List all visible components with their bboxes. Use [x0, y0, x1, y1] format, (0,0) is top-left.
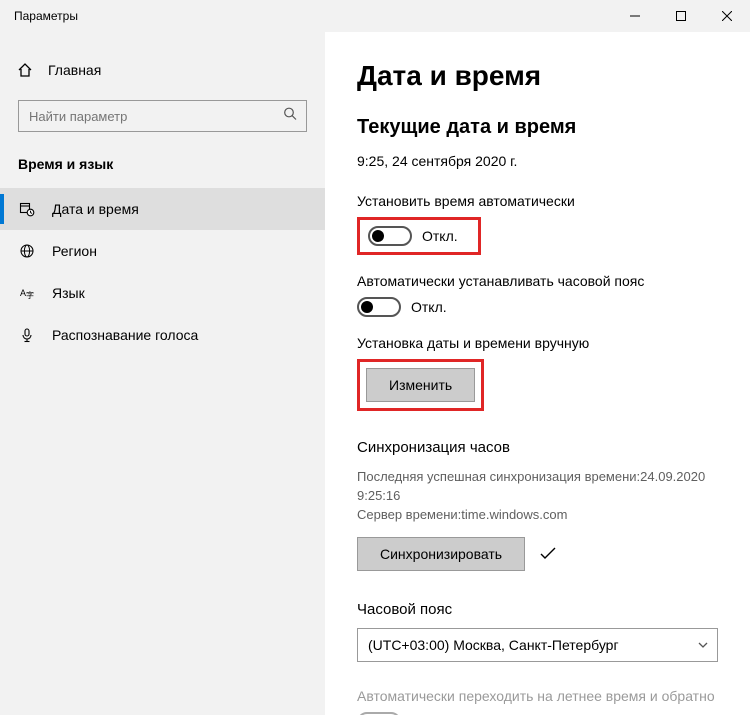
sync-server: Сервер времени:time.windows.com [357, 506, 718, 525]
page-title: Дата и время [357, 60, 718, 92]
search-wrap [18, 100, 307, 132]
check-icon [539, 547, 557, 561]
sidebar-home[interactable]: Главная [0, 54, 325, 86]
timezone-value: (UTC+03:00) Москва, Санкт-Петербург [368, 637, 619, 653]
sync-heading: Синхронизация часов [357, 439, 718, 456]
change-button-label: Изменить [389, 377, 452, 393]
sidebar-item-date-time[interactable]: Дата и время [0, 188, 325, 230]
auto-time-highlight: Откл. [357, 217, 481, 255]
globe-icon [18, 243, 36, 259]
search-icon [283, 107, 297, 126]
search-input[interactable] [18, 100, 307, 132]
timezone-select[interactable]: (UTC+03:00) Москва, Санкт-Петербург [357, 628, 718, 662]
sidebar-home-label: Главная [48, 62, 101, 78]
current-datetime: 9:25, 24 сентября 2020 г. [357, 153, 718, 169]
sidebar-item-speech[interactable]: Распознавание голоса [0, 314, 325, 356]
auto-tz-state: Откл. [411, 299, 447, 315]
auto-tz-toggle[interactable] [357, 297, 401, 317]
sync-button[interactable]: Синхронизировать [357, 537, 525, 571]
chevron-down-icon [697, 639, 709, 651]
window-controls [612, 0, 750, 32]
sync-last: Последняя успешная синхронизация времени… [357, 468, 718, 506]
sidebar: Главная Время и язык Дата и время Регион… [0, 32, 325, 715]
section-current-heading: Текущие дата и время [357, 116, 718, 139]
microphone-icon [18, 327, 36, 343]
window-close-button[interactable] [704, 0, 750, 32]
sidebar-item-label: Распознавание голоса [52, 327, 198, 343]
dst-label: Автоматически переходить на летнее время… [357, 688, 718, 704]
sidebar-item-label: Дата и время [52, 201, 139, 217]
sidebar-group-title: Время и язык [0, 156, 325, 188]
sidebar-item-language[interactable]: A字 Язык [0, 272, 325, 314]
change-button[interactable]: Изменить [366, 368, 475, 402]
language-icon: A字 [18, 285, 36, 301]
main-pane: Дата и время Текущие дата и время 9:25, … [325, 32, 750, 715]
svg-text:字: 字 [26, 290, 34, 300]
titlebar: Параметры [0, 0, 750, 32]
sidebar-item-region[interactable]: Регион [0, 230, 325, 272]
auto-time-label: Установить время автоматически [357, 193, 718, 209]
sidebar-item-label: Регион [52, 243, 97, 259]
dst-toggle [357, 712, 401, 715]
home-icon [16, 62, 34, 78]
sync-info: Последняя успешная синхронизация времени… [357, 468, 718, 525]
change-button-highlight: Изменить [357, 359, 484, 411]
sidebar-item-label: Язык [52, 285, 85, 301]
window-maximize-button[interactable] [658, 0, 704, 32]
sync-button-label: Синхронизировать [380, 546, 502, 562]
auto-tz-label: Автоматически устанавливать часовой пояс [357, 273, 718, 289]
window-minimize-button[interactable] [612, 0, 658, 32]
calendar-clock-icon [18, 201, 36, 217]
timezone-heading: Часовой пояс [357, 601, 718, 618]
auto-time-toggle[interactable] [368, 226, 412, 246]
window-title: Параметры [0, 9, 78, 23]
auto-time-state: Откл. [422, 228, 458, 244]
manual-set-label: Установка даты и времени вручную [357, 335, 718, 351]
